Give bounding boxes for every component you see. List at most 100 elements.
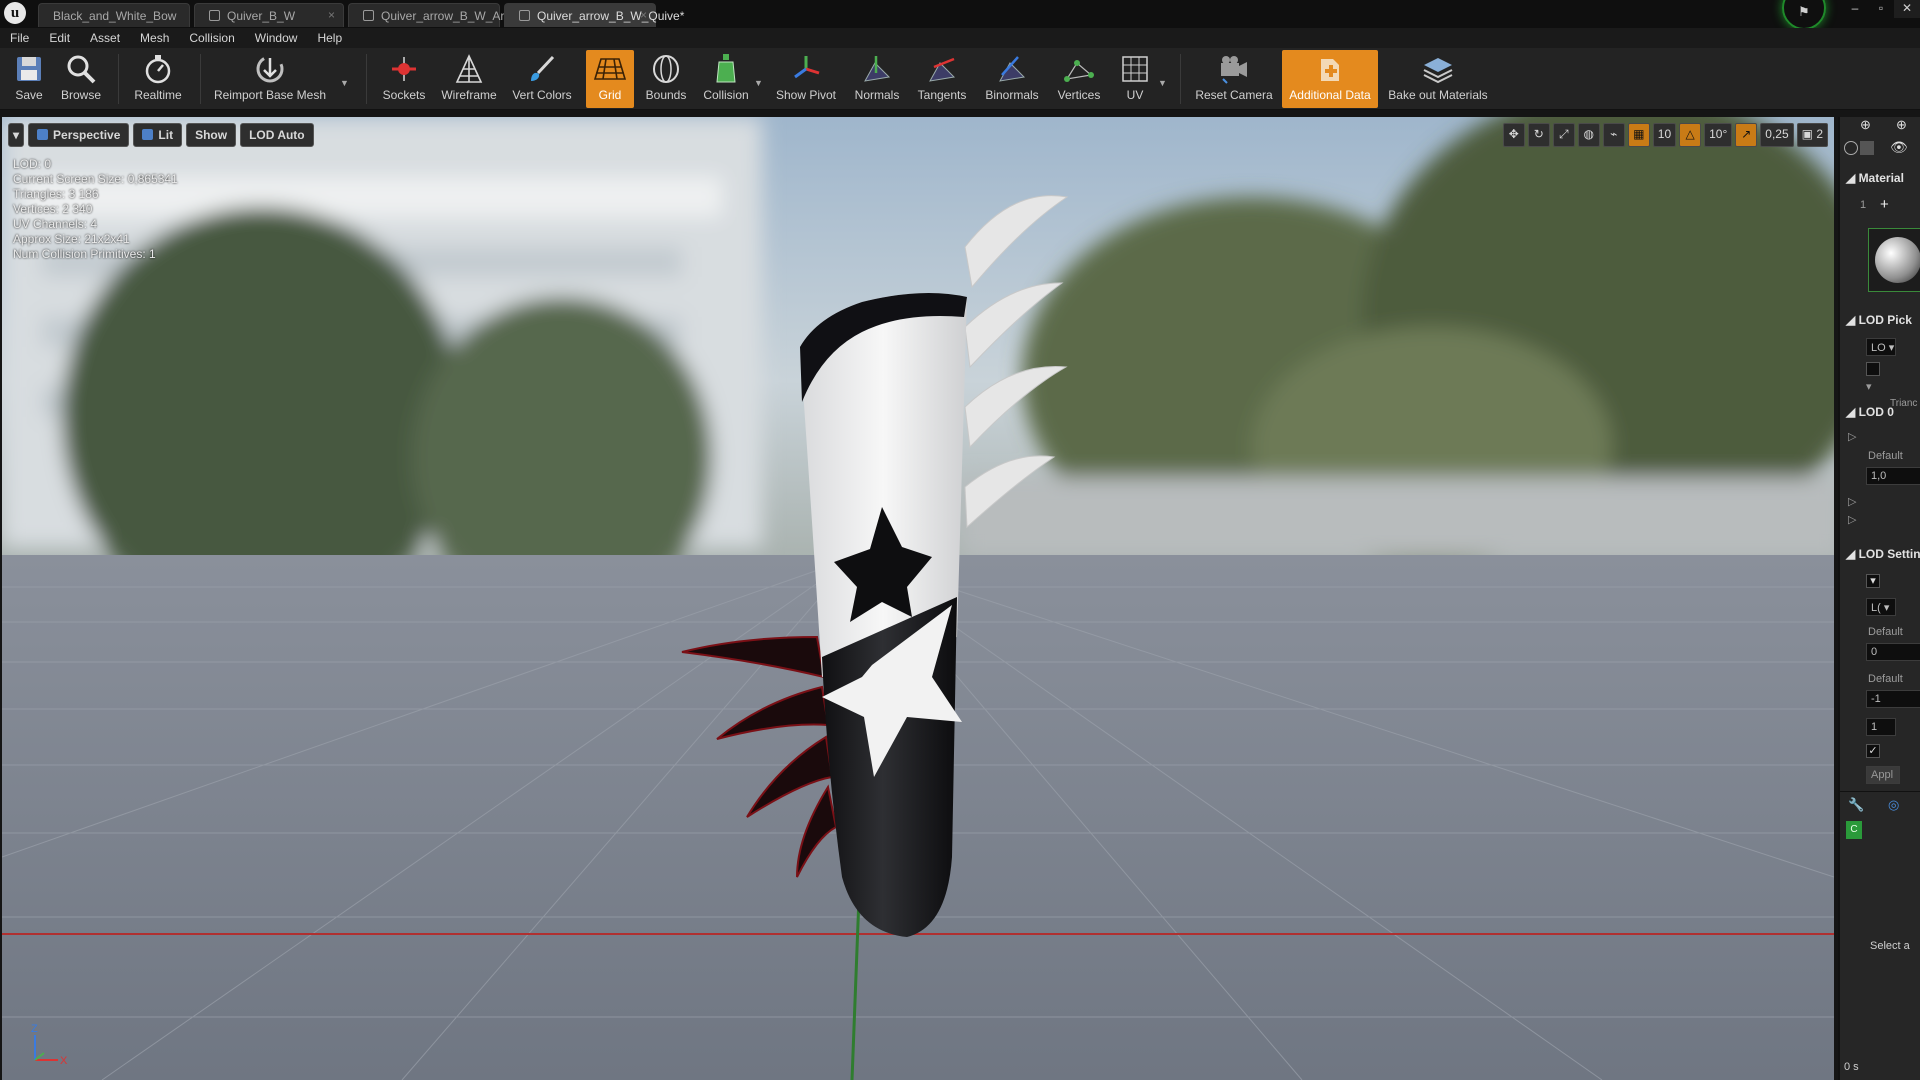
scale-mode-icon[interactable]: ⤢ (1552, 123, 1575, 147)
minimum-lod-field[interactable]: 0 (1866, 643, 1920, 661)
close-button[interactable]: ✕ (1894, 0, 1920, 18)
bounds-button[interactable]: Bounds (640, 50, 692, 108)
scale-snap-icon[interactable]: ↗ (1735, 123, 1758, 147)
rotation-snap-value[interactable]: 10° (1704, 123, 1733, 147)
add-material-icon[interactable]: + (1880, 196, 1889, 213)
browse-button[interactable]: Browse (56, 50, 106, 108)
tab-label: Quiver_B_W (227, 9, 296, 23)
lod-picker-dropdown[interactable]: LO ▾ (1866, 338, 1896, 356)
uv-button[interactable]: UV (1110, 50, 1160, 108)
stat-collision-primitives: Num Collision Primitives: 1 (13, 247, 156, 261)
world-local-icon[interactable]: ◍ (1577, 123, 1600, 147)
tab-black-and-white-bow[interactable]: Black_and_White_Bow (38, 3, 190, 27)
feedback-flag-icon[interactable]: ⚑ (1798, 4, 1812, 19)
toolbar-divider (118, 54, 119, 104)
default-label: Default (1868, 450, 1903, 462)
bounds-label: Bounds (645, 88, 687, 102)
menu-collision[interactable]: Collision (179, 28, 244, 48)
tab-quiver-arrow-b-w-arrow[interactable]: Quiver_arrow_B_W_Arrow* (348, 3, 528, 27)
custom-lod-checkbox[interactable] (1866, 362, 1880, 376)
menu-edit[interactable]: Edit (39, 28, 80, 48)
screen-size-field[interactable]: 1,0 (1866, 467, 1920, 485)
zoom-out-icon[interactable]: ⊕ (1896, 117, 1907, 133)
camera-speed-button[interactable]: ▣ 2 (1796, 123, 1828, 147)
rotate-mode-icon[interactable]: ↻ (1527, 123, 1550, 147)
collapse-arrow-icon[interactable]: ◢ (1846, 313, 1859, 327)
vertices-button[interactable]: Vertices (1052, 50, 1106, 108)
collapse-arrow-icon[interactable]: ◢ (1846, 405, 1859, 419)
lod-picker-header: LOD Pick (1858, 313, 1912, 327)
apply-changes-button[interactable]: Appl (1866, 766, 1900, 784)
show-button[interactable]: Show (186, 123, 237, 147)
eye-icon[interactable]: 👁 (1890, 139, 1908, 156)
axis-z-label: Z (31, 1023, 38, 1035)
translate-mode-icon[interactable]: ✥ (1502, 123, 1525, 147)
viewport-options-button[interactable]: ▾ (8, 123, 25, 147)
grid-snap-icon[interactable]: ▦ (1627, 123, 1650, 147)
perspective-label: Perspective (53, 128, 121, 142)
auto-compute-lod-checkbox[interactable]: ✓ (1866, 744, 1880, 758)
bake-out-label: Bake out Materials (1388, 88, 1488, 102)
menu-file[interactable]: File (0, 28, 39, 48)
normals-button[interactable]: Normals (846, 50, 908, 108)
grid-snap-value[interactable]: 10 (1652, 123, 1677, 147)
maximize-button[interactable]: ▫ (1868, 0, 1894, 18)
expand-arrow-icon[interactable]: ▾ (1866, 380, 1872, 393)
tab-close-icon[interactable]: × (328, 8, 335, 22)
rotation-snap-icon[interactable]: △ (1679, 123, 1702, 147)
max-lod-field[interactable]: -1 (1866, 690, 1920, 708)
expand-arrow-icon[interactable]: ▷ (1848, 430, 1856, 443)
show-pivot-button[interactable]: Show Pivot (772, 50, 840, 108)
toolbar-divider (1180, 54, 1181, 104)
tab-label: Quiver_arrow_B_W_Quive* (537, 9, 685, 23)
menu-mesh[interactable]: Mesh (130, 28, 179, 48)
uv-dropdown-icon[interactable]: ▼ (1158, 78, 1167, 88)
collapse-arrow-icon[interactable]: ◢ (1846, 171, 1859, 185)
mesh-viewport[interactable]: ▾ Perspective Lit Show LOD Auto ✥ ↻ ⤢ ◍ … (2, 117, 1834, 1080)
collision-button[interactable]: Collision (698, 50, 754, 108)
surface-snap-icon[interactable]: ⌁ (1602, 123, 1625, 147)
lod-group-dropdown[interactable]: ▾ (1866, 574, 1880, 588)
menu-window[interactable]: Window (245, 28, 308, 48)
lod-auto-button[interactable]: LOD Auto (240, 123, 314, 147)
expand-arrow-icon[interactable]: ▷ (1848, 513, 1856, 526)
reimport-base-mesh-button[interactable]: Reimport Base Mesh (210, 50, 330, 108)
additional-data-button[interactable]: Additional Data (1282, 50, 1378, 108)
reset-camera-button[interactable]: Reset Camera (1192, 50, 1276, 108)
property-matrix-icon[interactable] (1860, 141, 1874, 155)
save-button[interactable]: Save (8, 50, 50, 108)
binormals-button[interactable]: Binormals (978, 50, 1046, 108)
scale-snap-value[interactable]: 0,25 (1760, 123, 1794, 147)
tab-quiver-arrow-b-w-quiver[interactable]: Quiver_arrow_B_W_Quive* × (504, 3, 684, 27)
realtime-button[interactable]: Realtime (128, 50, 188, 108)
expand-arrow-icon[interactable]: ▷ (1848, 495, 1856, 508)
lod-settings-dropdown[interactable]: L( ▾ (1866, 598, 1896, 616)
vert-colors-button[interactable]: Vert Colors (508, 50, 576, 108)
tab-close-icon[interactable]: × (640, 8, 647, 22)
grid-button[interactable]: Grid (586, 50, 634, 108)
vert-colors-label: Vert Colors (512, 88, 572, 102)
reimport-dropdown-icon[interactable]: ▼ (340, 78, 349, 88)
chevron-down-icon: ▾ (13, 128, 20, 142)
wireframe-button[interactable]: Wireframe (436, 50, 502, 108)
search-icon[interactable] (1844, 141, 1858, 155)
wrench-icon[interactable]: 🔧 (1848, 797, 1864, 813)
zoom-in-icon[interactable]: ⊕ (1860, 117, 1871, 133)
bake-out-materials-button[interactable]: Bake out Materials (1384, 50, 1492, 108)
minimize-button[interactable]: – (1842, 0, 1868, 18)
menu-asset[interactable]: Asset (80, 28, 130, 48)
collision-dropdown-icon[interactable]: ▼ (754, 78, 763, 88)
tangents-button[interactable]: Tangents (912, 50, 972, 108)
globe-icon[interactable]: ◎ (1888, 797, 1899, 813)
realtime-label: Realtime (134, 88, 182, 102)
tab-quiver-b-w[interactable]: Quiver_B_W × (194, 3, 344, 27)
collapse-arrow-icon[interactable]: ◢ (1846, 547, 1859, 561)
pivot-icon (786, 50, 826, 88)
unreal-logo-icon[interactable]: u (4, 2, 26, 24)
perspective-button[interactable]: Perspective (28, 123, 130, 147)
number-of-lods-field[interactable]: 1 (1866, 718, 1896, 736)
material-thumbnail[interactable] (1868, 228, 1920, 292)
lit-button[interactable]: Lit (133, 123, 183, 147)
menu-help[interactable]: Help (307, 28, 352, 48)
sockets-button[interactable]: Sockets (378, 50, 430, 108)
